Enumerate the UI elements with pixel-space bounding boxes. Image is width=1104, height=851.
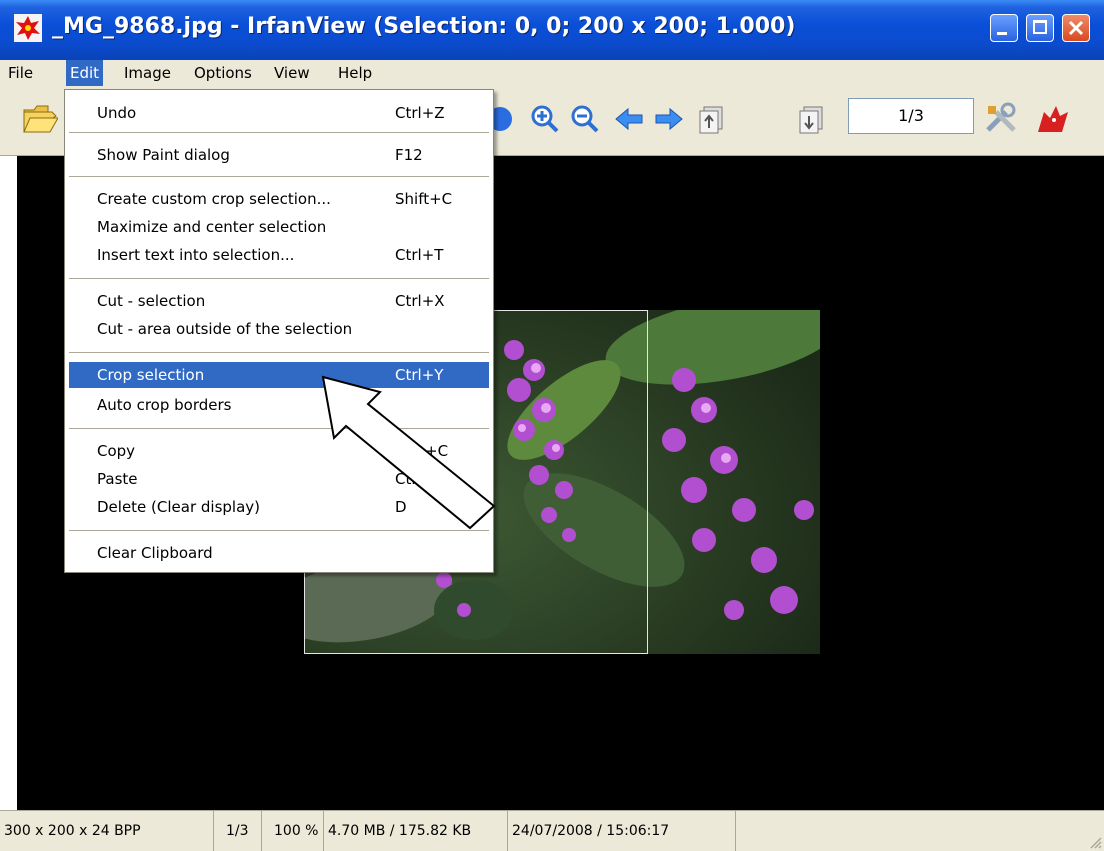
- edit-menu-dropdown: Undo Ctrl+Z Show Paint dialog F12 Create…: [64, 89, 494, 573]
- status-bar: 300 x 200 x 24 BPP 1/3 100 % 4.70 MB / 1…: [0, 810, 1104, 851]
- menu-item-shortcut: Shift+C: [395, 190, 453, 208]
- irfanview-window: _MG_9868.jpg - IrfanView (Selection: 0, …: [0, 0, 1104, 851]
- next-image-icon[interactable]: [654, 104, 684, 134]
- menu-options[interactable]: Options: [190, 60, 256, 86]
- menu-separator: [69, 428, 489, 429]
- menu-item-shortcut: Ctrl+X: [395, 292, 445, 310]
- menu-item-create-custom-crop[interactable]: Create custom crop selection... Shift+C: [69, 186, 489, 212]
- menu-item-copy[interactable]: Copy +C: [69, 438, 489, 464]
- status-zoom: 100 %: [270, 811, 324, 851]
- close-button[interactable]: [1062, 14, 1090, 42]
- menu-item-shortcut: Ctrl+Y: [395, 366, 444, 384]
- menu-item-label: Insert text into selection...: [97, 246, 295, 264]
- menu-item-label: Crop selection: [97, 366, 205, 384]
- menu-item-crop-selection[interactable]: Crop selection Ctrl+Y: [69, 362, 489, 388]
- menu-item-label: Cut - selection: [97, 292, 206, 310]
- menu-item-cut-selection[interactable]: Cut - selection Ctrl+X: [69, 288, 489, 314]
- next-page-icon[interactable]: [796, 104, 826, 134]
- menu-bar: File Edit Image Options View Help: [0, 60, 1104, 86]
- menu-item-label: Undo: [97, 104, 137, 122]
- open-folder-icon[interactable]: [22, 102, 58, 136]
- menu-item-insert-text[interactable]: Insert text into selection... Ctrl+T: [69, 242, 489, 268]
- menu-item-label: Paste: [97, 470, 138, 488]
- irfanview-cat-icon[interactable]: [1034, 102, 1070, 136]
- first-page-icon[interactable]: [696, 104, 726, 134]
- maximize-icon: [1033, 20, 1047, 34]
- menu-item-shortcut: +C: [425, 442, 449, 460]
- menu-item-clear-clipboard[interactable]: Clear Clipboard: [69, 540, 489, 566]
- page-counter-field[interactable]: 1/3: [848, 98, 974, 134]
- title-bar[interactable]: _MG_9868.jpg - IrfanView (Selection: 0, …: [0, 0, 1104, 60]
- menu-separator: [69, 352, 489, 353]
- menu-separator: [69, 530, 489, 531]
- status-memory: 4.70 MB / 175.82 KB: [324, 811, 508, 851]
- menu-item-label: Create custom crop selection...: [97, 190, 331, 208]
- menu-item-show-paint-dialog[interactable]: Show Paint dialog F12: [69, 142, 489, 168]
- maximize-button[interactable]: [1026, 14, 1054, 42]
- menu-separator: [69, 132, 489, 133]
- menu-item-auto-crop-borders[interactable]: Auto crop borders: [69, 392, 489, 418]
- menu-image[interactable]: Image: [120, 60, 175, 86]
- menu-help[interactable]: Help: [334, 60, 376, 86]
- zoom-out-icon[interactable]: [570, 104, 600, 134]
- slideshow-icon[interactable]: [490, 104, 520, 134]
- irfanview-logo-icon: [14, 14, 42, 42]
- menu-item-maximize-center-selection[interactable]: Maximize and center selection: [69, 214, 489, 240]
- menu-separator: [69, 176, 489, 177]
- menu-separator: [69, 278, 489, 279]
- menu-item-shortcut: D: [395, 498, 407, 516]
- menu-item-shortcut: Ctrl+T: [395, 246, 444, 264]
- menu-item-label: Show Paint dialog: [97, 146, 230, 164]
- menu-item-label: Cut - area outside of the selection: [97, 320, 353, 338]
- menu-item-shortcut: Ctrl+Z: [395, 104, 445, 122]
- previous-image-icon[interactable]: [614, 104, 644, 134]
- menu-item-label: Maximize and center selection: [97, 218, 327, 236]
- window-title: _MG_9868.jpg - IrfanView (Selection: 0, …: [52, 14, 796, 39]
- menu-item-label: Delete (Clear display): [97, 498, 261, 516]
- status-datetime: 24/07/2008 / 15:06:17: [508, 811, 736, 851]
- menu-item-paste[interactable]: Paste Ctr: [69, 466, 489, 492]
- minimize-icon: [997, 32, 1007, 35]
- status-page: 1/3: [222, 811, 262, 851]
- status-dimensions: 300 x 200 x 24 BPP: [0, 811, 214, 851]
- menu-item-label: Auto crop borders: [97, 396, 232, 414]
- menu-item-label: Copy: [97, 442, 136, 460]
- menu-item-label: Clear Clipboard: [97, 544, 213, 562]
- close-icon: [1068, 20, 1084, 36]
- menu-edit[interactable]: Edit: [66, 60, 104, 86]
- menu-item-shortcut: F12: [395, 146, 423, 164]
- menu-item-delete-clear-display[interactable]: Delete (Clear display) D: [69, 494, 489, 520]
- menu-view[interactable]: View: [270, 60, 314, 86]
- menu-item-shortcut: Ctr: [395, 470, 418, 488]
- menu-item-cut-outside-selection[interactable]: Cut - area outside of the selection: [69, 316, 489, 342]
- minimize-button[interactable]: [990, 14, 1018, 42]
- zoom-in-icon[interactable]: [530, 104, 560, 134]
- menu-item-undo[interactable]: Undo Ctrl+Z: [69, 100, 489, 126]
- resize-grip-icon[interactable]: [1088, 835, 1102, 849]
- menu-file[interactable]: File: [4, 60, 37, 86]
- tools-icon[interactable]: [984, 102, 1018, 136]
